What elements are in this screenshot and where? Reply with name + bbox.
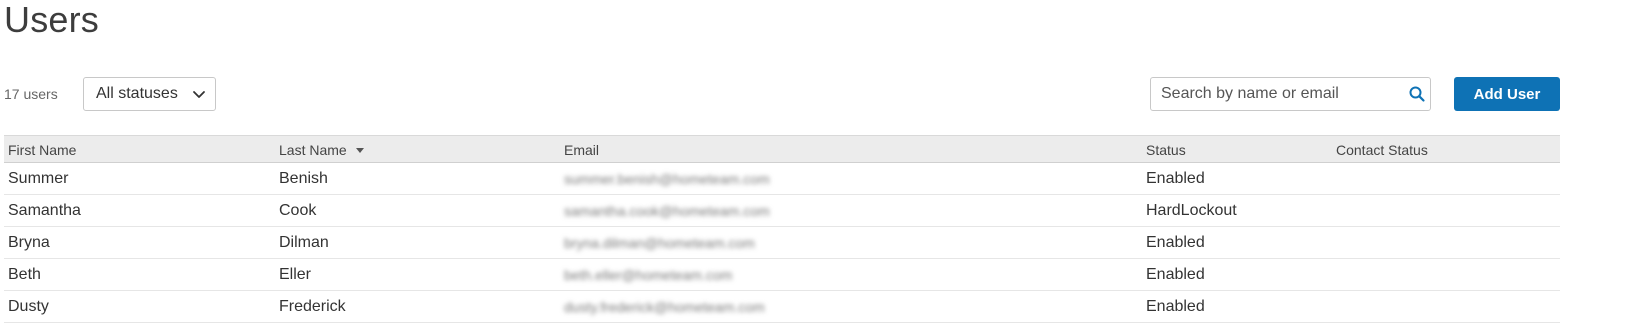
page-title: Users [4,0,100,40]
table-row[interactable]: Samantha Cook samantha.cook@hometeam.com… [4,195,1560,227]
users-table: First Name Last Name Email Status Contac… [4,135,1560,323]
search-input[interactable] [1161,83,1396,105]
column-header-label: Last Name [279,142,347,158]
email-cell: dusty.frederick@hometeam.com [564,299,765,315]
status-cell: HardLockout [1146,202,1237,219]
column-header-label: Status [1146,142,1186,158]
first-name-cell: Samantha [8,202,81,219]
column-header-email[interactable]: Email [564,142,599,158]
email-cell: beth.eller@hometeam.com [564,267,733,283]
sort-descending-icon [355,147,364,153]
email-cell: bryna.dilman@hometeam.com [564,235,755,251]
table-row[interactable]: Summer Benish summer.benish@hometeam.com… [4,163,1560,195]
search-icon[interactable] [1408,85,1426,103]
last-name-cell: Benish [279,170,328,187]
column-header-contact-status[interactable]: Contact Status [1336,142,1428,158]
first-name-cell: Bryna [8,234,50,251]
column-header-label: First Name [8,142,77,158]
email-cell: summer.benish@hometeam.com [564,171,770,187]
column-header-last-name[interactable]: Last Name [279,142,364,158]
status-cell: Enabled [1146,266,1205,283]
column-header-first-name[interactable]: First Name [8,142,76,158]
table-header: First Name Last Name Email Status Contac… [4,135,1560,163]
last-name-cell: Frederick [279,298,346,315]
status-filter-select[interactable]: All statuses [83,77,216,111]
status-cell: Enabled [1146,170,1205,187]
table-row[interactable]: Beth Eller beth.eller@hometeam.com Enabl… [4,259,1560,291]
email-cell: samantha.cook@hometeam.com [564,203,770,219]
column-header-status[interactable]: Status [1146,142,1186,158]
first-name-cell: Dusty [8,298,49,315]
chevron-down-icon [191,87,207,103]
first-name-cell: Summer [8,170,69,187]
column-header-label: Email [564,142,600,158]
add-user-button[interactable]: Add User [1454,77,1560,111]
search-box [1150,77,1431,111]
last-name-cell: Dilman [279,234,329,251]
table-row[interactable]: Bryna Dilman bryna.dilman@hometeam.com E… [4,227,1560,259]
status-cell: Enabled [1146,298,1205,315]
toolbar: 17 users All statuses Add User [4,77,1632,113]
user-count: 17 users [4,86,58,102]
last-name-cell: Cook [279,202,317,219]
status-cell: Enabled [1146,234,1205,251]
table-row[interactable]: Dusty Frederick dusty.frederick@hometeam… [4,291,1560,323]
column-header-label: Contact Status [1336,142,1428,158]
last-name-cell: Eller [279,266,312,283]
status-filter-value: All statuses [96,85,178,102]
first-name-cell: Beth [8,266,41,283]
users-page: Users 17 users All statuses Add User [0,0,1632,335]
